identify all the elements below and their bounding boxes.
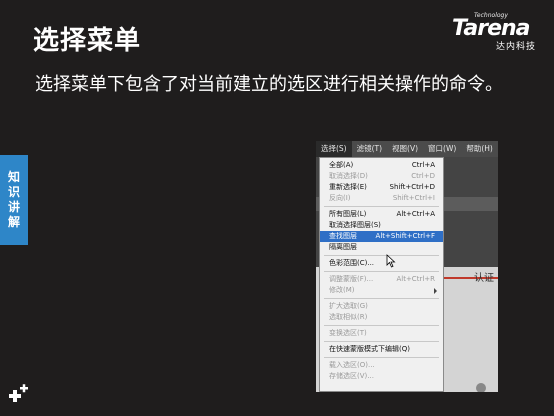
menu-item-save-selection[interactable]: 存储选区(V)... <box>320 371 443 382</box>
knowledge-tab: 知 识 讲 解 <box>0 155 28 245</box>
menu-item-inverse[interactable]: 反向(I) Shift+Ctrl+I <box>320 193 443 204</box>
menu-separator <box>324 298 439 299</box>
menu-help[interactable]: 帮助(H) <box>461 141 498 157</box>
submenu-arrow-icon <box>434 288 437 294</box>
plus-decor-icon <box>9 384 28 402</box>
menu-filter[interactable]: 滤镜(T) <box>352 141 387 157</box>
side-tab-char: 解 <box>7 215 20 229</box>
photoshop-screenshot: 认证 选择(S) 滤镜(T) 视图(V) 窗口(W) 帮助(H) 全部(A) Ct… <box>316 141 498 392</box>
side-tab-char: 讲 <box>7 200 20 214</box>
mouse-cursor-icon <box>386 254 396 268</box>
menu-item-transform-selection[interactable]: 变换选区(T) <box>320 328 443 339</box>
menu-separator <box>324 271 439 272</box>
menu-item-load-selection[interactable]: 载入选区(O)... <box>320 360 443 371</box>
side-tab-char: 知 <box>7 170 20 184</box>
menubar: 选择(S) 滤镜(T) 视图(V) 窗口(W) 帮助(H) <box>316 141 498 157</box>
menu-item-isolate-layers[interactable]: 隔离图层 <box>320 242 443 253</box>
menu-item-all[interactable]: 全部(A) Ctrl+A <box>320 160 443 171</box>
menu-separator <box>324 325 439 326</box>
menu-item-quick-mask[interactable]: 在快速蒙版模式下编辑(Q) <box>320 344 443 355</box>
menu-item-all-layers[interactable]: 所有图层(L) Alt+Ctrl+A <box>320 209 443 220</box>
canvas-text: 认证 <box>474 273 494 284</box>
select-dropdown-menu: 全部(A) Ctrl+A 取消选择(D) Ctrl+D 重新选择(E) Shift+C… <box>319 157 444 392</box>
side-tab-char: 识 <box>7 185 20 199</box>
menu-item-color-range[interactable]: 色彩范围(C)... <box>320 258 443 269</box>
menu-separator <box>324 357 439 358</box>
menu-item-find-layers[interactable]: 查找图层 Alt+Shift+Ctrl+F <box>320 231 443 242</box>
menu-item-deselect[interactable]: 取消选择(D) Ctrl+D <box>320 171 443 182</box>
logo-brand-text: Tarena <box>452 16 531 41</box>
menu-separator <box>324 255 439 256</box>
menu-item-reselect[interactable]: 重新选择(E) Shift+Ctrl+D <box>320 182 443 193</box>
menu-item-modify[interactable]: 修改(M) <box>320 285 443 296</box>
menu-window[interactable]: 窗口(W) <box>423 141 461 157</box>
menu-view[interactable]: 视图(V) <box>387 141 423 157</box>
menu-separator <box>324 206 439 207</box>
menu-item-grow[interactable]: 扩大选取(G) <box>320 301 443 312</box>
canvas-dot <box>476 383 486 392</box>
slide-title: 选择菜单 <box>33 26 142 56</box>
logo-brand-cn-text: 达内科技 <box>496 42 537 52</box>
slide-subtitle: 选择菜单下包含了对当前建立的选区进行相关操作的命令。 <box>35 74 503 95</box>
menu-item-similar[interactable]: 选取相似(R) <box>320 312 443 323</box>
menu-item-refine-mask[interactable]: 调整蒙版(F)... Alt+Ctrl+R <box>320 274 443 285</box>
menu-item-deselect-layers[interactable]: 取消选择图层(S) <box>320 220 443 231</box>
menu-select[interactable]: 选择(S) <box>316 141 352 157</box>
tarena-logo: Technology Tarena 达内科技 <box>452 12 544 52</box>
menu-separator <box>324 341 439 342</box>
